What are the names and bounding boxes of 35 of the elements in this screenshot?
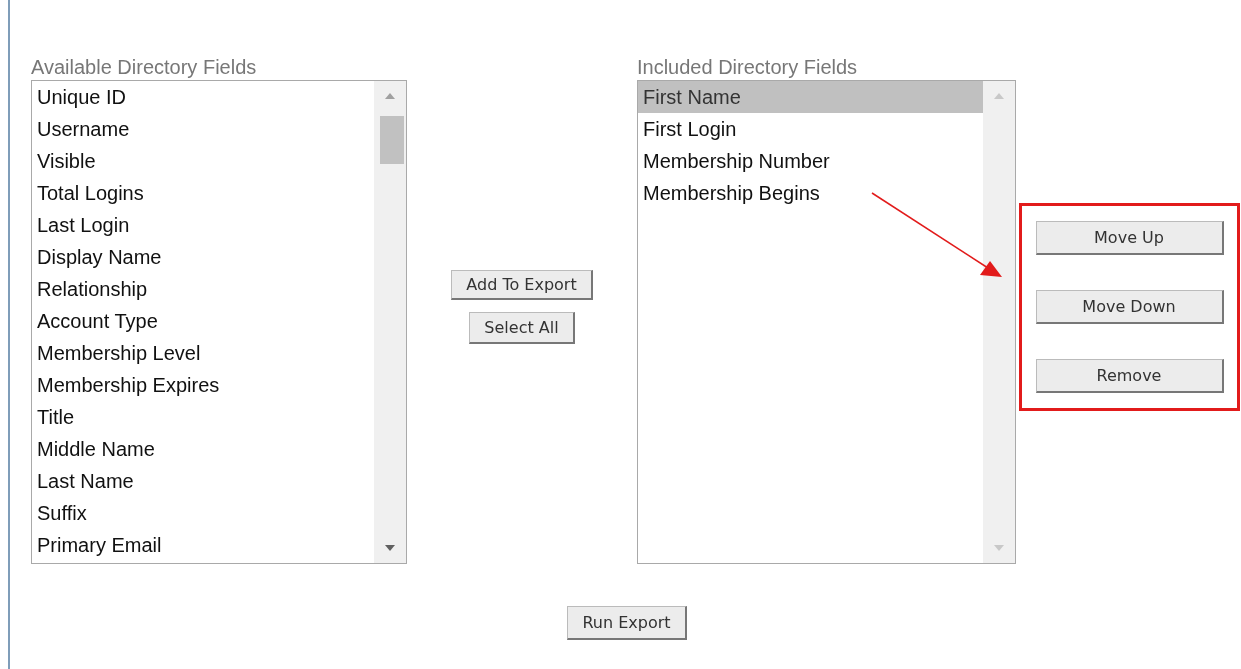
list-item[interactable]: Title (32, 401, 374, 433)
list-item[interactable]: Membership Number (638, 145, 983, 177)
list-item[interactable]: Username (32, 113, 374, 145)
button[interactable]: Move Up (1035, 221, 1224, 255)
list-item[interactable]: Last Login (32, 209, 374, 241)
scroll-up-icon[interactable] (385, 93, 395, 99)
scroll-up-icon[interactable] (994, 93, 1004, 99)
list-item[interactable]: First Login (638, 113, 983, 145)
list-item[interactable]: Last Name (32, 465, 374, 497)
list-item[interactable]: Relationship (32, 273, 374, 305)
button[interactable]: Move Down (1035, 290, 1224, 324)
list-item[interactable]: Primary Email (32, 529, 374, 561)
scroll-down-icon[interactable] (385, 545, 395, 551)
list-item[interactable]: Membership Begins (638, 177, 983, 209)
list-item[interactable]: Unique ID (32, 81, 374, 113)
list-item[interactable]: Account Type (32, 305, 374, 337)
scrollbar[interactable] (983, 81, 1015, 563)
list-item[interactable]: First Name (638, 81, 983, 113)
list-box[interactable]: Unique ID Username Visible Total Logins Last Login Display Name Relationship Account Type Membership Level Membership Expires Title Middle Name Last Name Suffix Primary Email (31, 80, 407, 564)
list-item[interactable]: Visible (32, 145, 374, 177)
scroll-thumb[interactable] (380, 116, 404, 164)
button[interactable]: Remove (1035, 359, 1224, 393)
button[interactable]: Add To Export (451, 270, 593, 300)
list-item[interactable]: Membership Expires (32, 369, 374, 401)
list-box[interactable]: First Name First Login Membership Number Membership Begins (637, 80, 1016, 564)
list-label: Available Directory Fields (31, 55, 258, 80)
button[interactable]: Run Export (567, 606, 687, 640)
list-item[interactable]: Display Name (32, 241, 374, 273)
button[interactable]: Select All (469, 312, 575, 344)
list-item[interactable]: Middle Name (32, 433, 374, 465)
list-label: Included Directory Fields (637, 55, 859, 80)
scrollbar[interactable] (374, 81, 406, 563)
list-item[interactable]: Suffix (32, 497, 374, 529)
list-item[interactable]: Total Logins (32, 177, 374, 209)
list-item[interactable]: Membership Level (32, 337, 374, 369)
